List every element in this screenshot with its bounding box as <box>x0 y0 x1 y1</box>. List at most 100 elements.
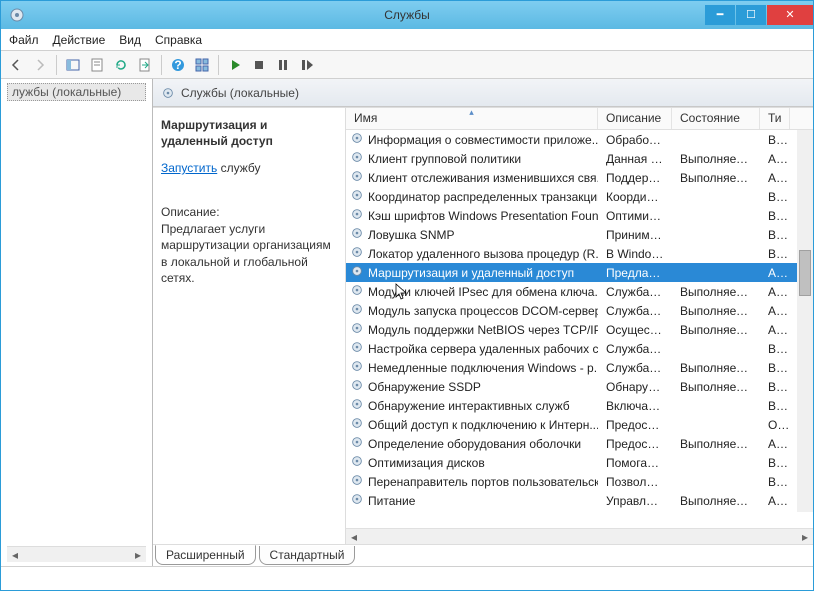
cell-name: Клиент групповой политики <box>346 150 598 167</box>
hscroll-left-icon[interactable]: ◂ <box>346 529 362 545</box>
close-button[interactable]: ✕ <box>767 5 813 25</box>
service-row[interactable]: Модуль поддержки NetBIOS через TCP/IPОсу… <box>346 320 813 339</box>
tile-button[interactable] <box>191 54 213 76</box>
start-service-suffix: службу <box>217 161 260 175</box>
menu-file[interactable]: Файл <box>9 33 39 47</box>
cell-type: Ав <box>760 494 790 508</box>
service-row[interactable]: Немедленные подключения Windows - р...Сл… <box>346 358 813 377</box>
service-row[interactable]: Ловушка SNMPПринимае...Вр <box>346 225 813 244</box>
cell-name: Оптимизация дисков <box>346 454 598 471</box>
tab-extended[interactable]: Расширенный <box>155 545 256 565</box>
start-service-button[interactable] <box>224 54 246 76</box>
cell-state: Выполняется <box>672 361 760 375</box>
service-row[interactable]: Информация о совместимости приложе...Обр… <box>346 130 813 149</box>
services-grid: Имя▴ Описание Состояние Ти Информация о … <box>345 108 813 544</box>
cell-desc: Принимае... <box>598 228 672 242</box>
cell-type: Вр <box>760 475 790 489</box>
hscroll-right-icon[interactable]: ▸ <box>797 529 813 545</box>
service-icon <box>350 340 364 357</box>
service-row[interactable]: Клиент групповой политикиДанная сл...Вып… <box>346 149 813 168</box>
tree-root-item[interactable]: лужбы (локальные) <box>7 83 146 101</box>
col-description[interactable]: Описание <box>598 108 672 129</box>
stop-service-button[interactable] <box>248 54 270 76</box>
help-button[interactable]: ? <box>167 54 189 76</box>
service-name-text: Определение оборудования оболочки <box>368 437 581 451</box>
pane-title: Службы (локальные) <box>181 86 299 100</box>
cell-name: Ловушка SNMP <box>346 226 598 243</box>
cell-type: Ав <box>760 285 790 299</box>
service-icon <box>350 302 364 319</box>
cell-type: Ав <box>760 304 790 318</box>
service-name-text: Обнаружение SSDP <box>368 380 481 394</box>
forward-button[interactable] <box>29 54 51 76</box>
service-row[interactable]: Модуль запуска процессов DCOM-сервераСлу… <box>346 301 813 320</box>
service-icon <box>350 150 364 167</box>
service-name-text: Клиент отслеживания изменившихся свя... <box>368 171 598 185</box>
properties-button[interactable] <box>86 54 108 76</box>
cell-state: Выполняется <box>672 380 760 394</box>
col-startup-type[interactable]: Ти <box>760 108 790 129</box>
tree-hscroll[interactable]: ◂ ▸ <box>7 546 146 562</box>
cell-type: Вр <box>760 133 790 147</box>
scrollbar-thumb[interactable] <box>799 250 811 296</box>
services-rows: Информация о совместимости приложе...Обр… <box>346 130 813 528</box>
menu-action[interactable]: Действие <box>53 33 106 47</box>
export-button[interactable] <box>134 54 156 76</box>
service-row[interactable]: Координатор распределенных транзакцийКоо… <box>346 187 813 206</box>
cell-type: Ав <box>760 152 790 166</box>
menu-help[interactable]: Справка <box>155 33 202 47</box>
scroll-right-icon[interactable]: ▸ <box>130 547 146 563</box>
cell-desc: В Windows... <box>598 247 672 261</box>
service-row[interactable]: Кэш шрифтов Windows Presentation Foun...… <box>346 206 813 225</box>
svg-text:?: ? <box>174 58 181 72</box>
service-row[interactable]: Маршрутизация и удаленный доступ Предлага… <box>346 263 813 282</box>
maximize-button[interactable]: ☐ <box>736 5 766 25</box>
service-name-text: Ловушка SNMP <box>368 228 454 242</box>
menu-view[interactable]: Вид <box>119 33 141 47</box>
minimize-button[interactable]: ━ <box>705 5 735 25</box>
service-row[interactable]: Оптимизация дисковПомогает ...Вр <box>346 453 813 472</box>
show-hide-tree-button[interactable] <box>62 54 84 76</box>
service-row[interactable]: Настройка сервера удаленных рабочих с...… <box>346 339 813 358</box>
titlebar[interactable]: Службы ━ ☐ ✕ <box>1 1 813 29</box>
back-button[interactable] <box>5 54 27 76</box>
cell-state: Выполняется <box>672 437 760 451</box>
cell-name: Модуль поддержки NetBIOS через TCP/IP <box>346 321 598 338</box>
service-row[interactable]: Обнаружение SSDPОбнаружи...ВыполняетсяВр <box>346 377 813 396</box>
col-state[interactable]: Состояние <box>672 108 760 129</box>
service-row[interactable]: Обнаружение интерактивных службВключает … <box>346 396 813 415</box>
service-row[interactable]: Локатор удаленного вызова процедур (R...… <box>346 244 813 263</box>
service-name-text: Локатор удаленного вызова процедур (R... <box>368 247 598 261</box>
cell-name: Общий доступ к подключению к Интерн... <box>346 416 598 433</box>
tab-standard[interactable]: Стандартный <box>259 546 356 565</box>
cell-name: Определение оборудования оболочки <box>346 435 598 452</box>
service-icon <box>350 131 364 148</box>
service-row[interactable]: Клиент отслеживания изменившихся свя...П… <box>346 168 813 187</box>
cell-desc: Обнаружи... <box>598 380 672 394</box>
service-row[interactable]: ПитаниеУправляет...ВыполняетсяАв <box>346 491 813 510</box>
pane-header: Службы (локальные) <box>153 79 813 107</box>
service-row[interactable]: Перенаправитель портов пользовательск...… <box>346 472 813 491</box>
toolbar: ? <box>1 51 813 79</box>
service-icon <box>350 397 364 414</box>
selected-service-name: Маршрутизация и удаленный доступ <box>161 118 337 149</box>
cell-name: Модуль запуска процессов DCOM-сервера <box>346 302 598 319</box>
cell-type: Ав <box>760 171 790 185</box>
pause-service-button[interactable] <box>272 54 294 76</box>
service-name-text: Информация о совместимости приложе... <box>368 133 598 147</box>
vertical-scrollbar[interactable] <box>797 130 813 512</box>
col-name[interactable]: Имя▴ <box>346 108 598 129</box>
scroll-left-icon[interactable]: ◂ <box>7 547 23 563</box>
cell-type: Вр <box>760 361 790 375</box>
start-service-link[interactable]: Запустить <box>161 161 217 175</box>
cell-name: Локатор удаленного вызова процедур (R... <box>346 245 598 262</box>
horizontal-scrollbar[interactable]: ◂ ▸ <box>346 528 813 544</box>
service-name-text: Маршрутизация и удаленный доступ <box>368 266 574 280</box>
service-row[interactable]: Общий доступ к подключению к Интерн...Пр… <box>346 415 813 434</box>
restart-service-button[interactable] <box>296 54 318 76</box>
cell-desc: Позволяет... <box>598 475 672 489</box>
service-row[interactable]: Определение оборудования оболочкиПредост… <box>346 434 813 453</box>
refresh-button[interactable] <box>110 54 132 76</box>
cell-desc: Предлагае... <box>598 266 672 280</box>
service-row[interactable]: Модули ключей IPsec для обмена ключа...С… <box>346 282 813 301</box>
